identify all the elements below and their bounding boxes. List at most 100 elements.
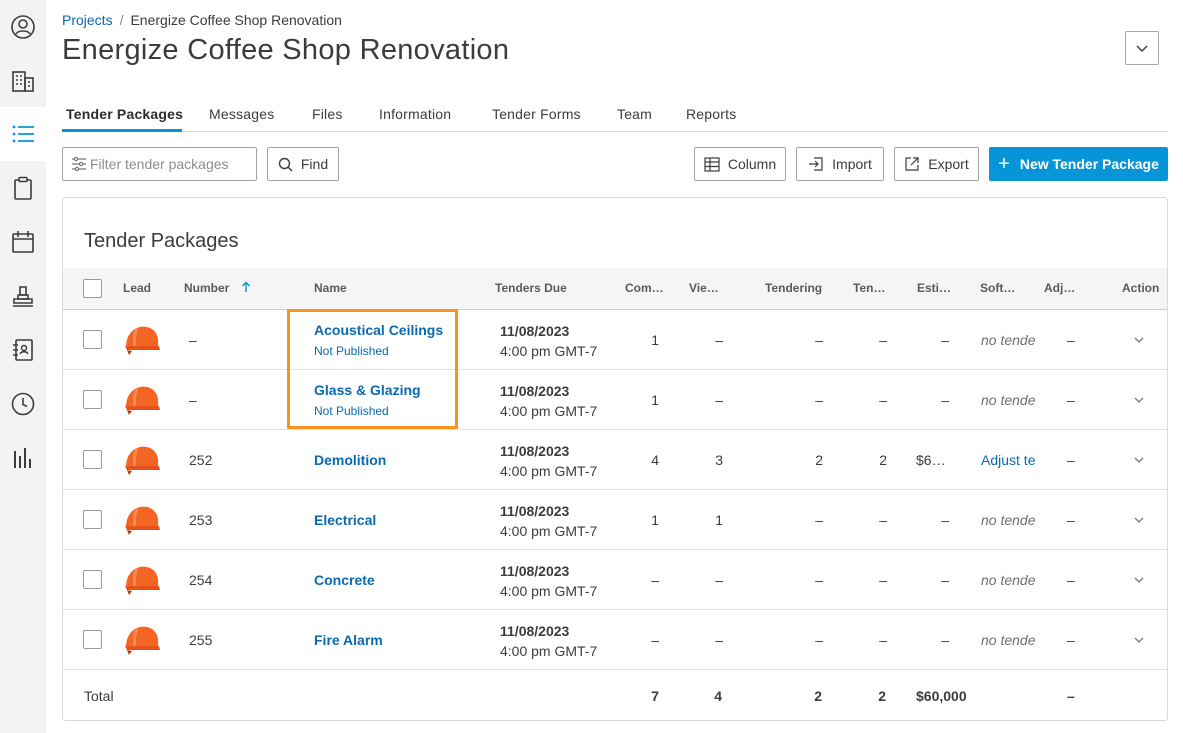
column-header-lead[interactable]: Lead bbox=[123, 281, 151, 295]
esti-value: – bbox=[941, 332, 949, 348]
nav-history[interactable] bbox=[0, 377, 46, 431]
column-header-name[interactable]: Name bbox=[314, 281, 347, 295]
row-checkbox[interactable] bbox=[83, 330, 102, 349]
row-number: – bbox=[189, 332, 197, 348]
package-name-link[interactable]: Electrical bbox=[314, 512, 376, 528]
tendering-value: 2 bbox=[815, 452, 823, 468]
nav-projects[interactable] bbox=[0, 54, 46, 108]
chevron-down-icon[interactable] bbox=[1132, 453, 1146, 467]
vie-value: 1 bbox=[715, 512, 723, 528]
package-name-link[interactable]: Glass & Glazing bbox=[314, 382, 421, 398]
chevron-down-icon[interactable] bbox=[1132, 573, 1146, 587]
page-title: Energize Coffee Shop Renovation bbox=[62, 34, 510, 66]
esti-value: $6… bbox=[916, 452, 946, 468]
due-time: 4:00 pm GMT-7 bbox=[500, 523, 598, 539]
tab-information[interactable]: Information bbox=[379, 106, 451, 122]
row-number: 252 bbox=[189, 452, 213, 468]
package-name-link[interactable]: Fire Alarm bbox=[314, 632, 383, 648]
filter-input[interactable] bbox=[90, 156, 250, 172]
filter-box[interactable] bbox=[62, 147, 257, 181]
nav-reports[interactable] bbox=[0, 431, 46, 485]
select-all-checkbox[interactable] bbox=[83, 279, 102, 298]
import-button[interactable]: Import bbox=[796, 147, 884, 181]
row-checkbox[interactable] bbox=[83, 450, 102, 469]
column-header-esti[interactable]: Esti… bbox=[917, 281, 951, 295]
due-date: 11/08/2023 bbox=[500, 623, 570, 639]
package-name-link[interactable]: Concrete bbox=[314, 572, 375, 588]
esti-value: – bbox=[941, 572, 949, 588]
lead-helmet-icon bbox=[123, 622, 161, 658]
tab-files[interactable]: Files bbox=[312, 106, 343, 122]
nav-stamp[interactable] bbox=[0, 269, 46, 323]
com-value: 1 bbox=[651, 332, 659, 348]
row-checkbox[interactable] bbox=[83, 510, 102, 529]
row-checkbox[interactable] bbox=[83, 630, 102, 649]
column-header-soft[interactable]: Soft… bbox=[980, 281, 1015, 295]
address-book-icon bbox=[13, 339, 33, 361]
chevron-down-icon[interactable] bbox=[1132, 513, 1146, 527]
totals-label: Total bbox=[84, 688, 114, 704]
soft-value: no tenders bbox=[981, 332, 1035, 348]
soft-value[interactable]: Adjust tenders bbox=[981, 452, 1035, 468]
tenders-due: 11/08/2023 4:00 pm GMT-7 bbox=[500, 561, 597, 601]
vie-value: – bbox=[715, 392, 723, 408]
export-button[interactable]: Export bbox=[894, 147, 979, 181]
tab-reports[interactable]: Reports bbox=[686, 106, 736, 122]
nav-clipboard[interactable] bbox=[0, 161, 46, 215]
card-title: Tender Packages bbox=[84, 230, 239, 252]
package-name-link[interactable]: Acoustical Ceilings bbox=[314, 322, 443, 338]
column-header-tenders-due[interactable]: Tenders Due bbox=[495, 281, 567, 295]
tab-team[interactable]: Team bbox=[617, 106, 652, 122]
column-button[interactable]: Column bbox=[694, 147, 786, 181]
adj-value: – bbox=[1067, 632, 1075, 648]
row-checkbox[interactable] bbox=[83, 390, 102, 409]
find-button[interactable]: Find bbox=[267, 147, 339, 181]
table-row[interactable]: – Glass & Glazing Not Published 11/08/2023 4… bbox=[63, 370, 1167, 430]
tendering-value: – bbox=[815, 392, 823, 408]
tender-packages-card: Tender Packages Lead Number Name Tenders… bbox=[62, 197, 1168, 721]
new-tender-package-button[interactable]: + New Tender Package bbox=[989, 147, 1168, 181]
column-header-number[interactable]: Number bbox=[184, 281, 251, 295]
nav-calendar[interactable] bbox=[0, 215, 46, 269]
ten-value: – bbox=[879, 392, 887, 408]
due-time: 4:00 pm GMT-7 bbox=[500, 463, 598, 479]
tab-tender-forms[interactable]: Tender Forms bbox=[492, 106, 581, 122]
row-checkbox[interactable] bbox=[83, 570, 102, 589]
table-row[interactable]: 252 Demolition 11/08/2023 4:00 pm GMT-7 4 3 2 2… bbox=[63, 430, 1167, 490]
soft-value: no tenders bbox=[981, 632, 1035, 648]
column-header-com[interactable]: Com… bbox=[625, 281, 664, 295]
chevron-down-icon[interactable] bbox=[1132, 633, 1146, 647]
chevron-down-icon[interactable] bbox=[1132, 393, 1146, 407]
export-icon bbox=[905, 157, 919, 171]
com-value: 1 bbox=[651, 392, 659, 408]
due-date: 11/08/2023 bbox=[500, 563, 570, 579]
esti-value: – bbox=[941, 632, 949, 648]
package-name-link[interactable]: Demolition bbox=[314, 452, 386, 468]
due-date: 11/08/2023 bbox=[500, 383, 570, 399]
table-row[interactable]: – Acoustical Ceilings Not Published 11/08/2… bbox=[63, 310, 1167, 370]
nav-contacts[interactable] bbox=[0, 323, 46, 377]
table-row[interactable]: 254 Concrete 11/08/2023 4:00 pm GMT-7 – – – – – n… bbox=[63, 550, 1167, 610]
chevron-down-icon[interactable] bbox=[1132, 333, 1146, 347]
ten-value: 2 bbox=[879, 452, 887, 468]
nav-tender-packages[interactable] bbox=[0, 107, 46, 161]
row-number: 255 bbox=[189, 632, 213, 648]
project-menu-button[interactable] bbox=[1125, 31, 1159, 65]
vie-value: – bbox=[715, 572, 723, 588]
tab-tender-packages[interactable]: Tender Packages bbox=[66, 106, 183, 122]
column-header-tendering[interactable]: Tendering bbox=[765, 281, 822, 295]
ten-value: – bbox=[879, 512, 887, 528]
table-row[interactable]: 253 Electrical 11/08/2023 4:00 pm GMT-7 1 1 – –… bbox=[63, 490, 1167, 550]
column-header-adj[interactable]: Adj… bbox=[1044, 281, 1075, 295]
chevron-down-icon bbox=[1136, 45, 1148, 53]
column-header-vie[interactable]: Vie… bbox=[689, 281, 719, 295]
table-row[interactable]: 255 Fire Alarm 11/08/2023 4:00 pm GMT-7 – – – –… bbox=[63, 610, 1167, 670]
calendar-icon bbox=[12, 231, 34, 253]
breadcrumb-current: Energize Coffee Shop Renovation bbox=[130, 12, 342, 28]
breadcrumb-projects-link[interactable]: Projects bbox=[62, 12, 113, 28]
stamp-icon bbox=[13, 286, 33, 307]
tab-messages[interactable]: Messages bbox=[209, 106, 274, 122]
nav-profile[interactable] bbox=[0, 0, 46, 54]
clipboard-icon bbox=[14, 176, 32, 200]
column-header-ten[interactable]: Ten… bbox=[853, 281, 885, 295]
